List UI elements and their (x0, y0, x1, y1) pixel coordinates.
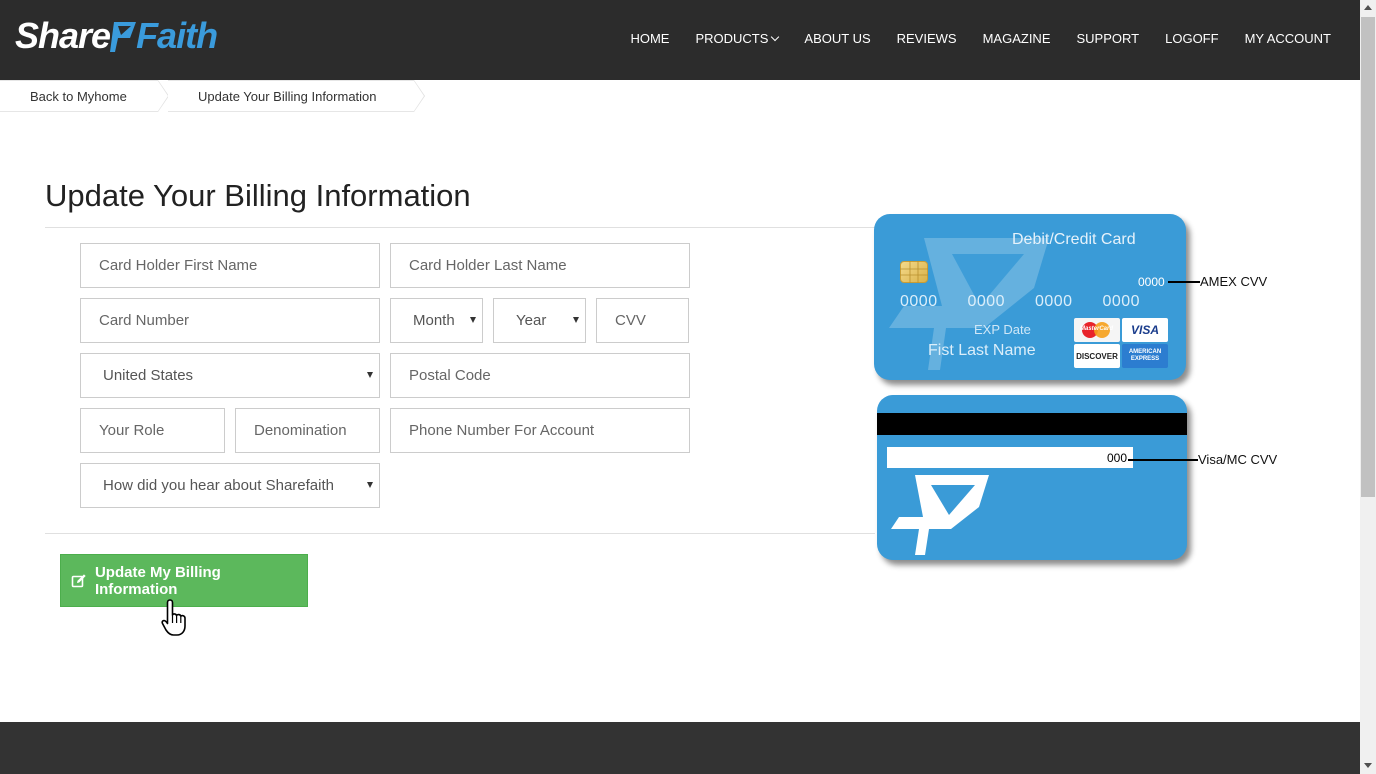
last-name-input[interactable] (409, 257, 689, 274)
page: Share Faith HOME PRODUCTS ABOUT US REVIE… (0, 0, 1376, 774)
edit-icon (71, 573, 86, 587)
update-billing-button-label: Update My Billing Information (94, 563, 221, 598)
nav-magazine[interactable]: MAGAZINE (983, 31, 1051, 46)
card-type-label: Debit/Credit Card (1012, 231, 1136, 248)
divider (45, 227, 875, 228)
logo-flag-icon (110, 22, 137, 52)
nav-home-label: HOME (630, 31, 670, 46)
nav-home[interactable]: HOME (630, 31, 669, 46)
first-name-input[interactable] (99, 257, 379, 274)
last-name-field[interactable] (390, 243, 690, 288)
breadcrumb-arrow-inner (158, 81, 168, 111)
site-header: Share Faith HOME PRODUCTS ABOUT US REVIE… (0, 0, 1360, 80)
mastercard-logo: MasterCard (1074, 318, 1120, 342)
chevron-down-icon (771, 32, 780, 42)
amex-logo: AMERICAN EXPRESS (1122, 344, 1168, 368)
visa-logo-text: VISA (1130, 323, 1159, 337)
card-number-input[interactable] (99, 312, 379, 329)
card-front-illustration: Debit/Credit Card 0000 0000 0000 0000 00… (874, 214, 1186, 380)
sharefaith-logo[interactable]: Share Faith (15, 14, 218, 58)
amex-logo-text: AMERICAN EXPRESS (1128, 349, 1162, 362)
visa-logo: VISA (1122, 318, 1168, 342)
nav-reviews-label: REVIEWS (896, 31, 957, 46)
nav-about-us-label: ABOUT US (804, 31, 871, 46)
card-number-field[interactable] (80, 298, 380, 343)
divider (45, 533, 875, 534)
amex-cvv-label: AMEX CVV (1200, 274, 1268, 289)
visa-cvv-label: Visa/MC CVV (1198, 452, 1278, 467)
nav-my-account-label: MY ACCOUNT (1244, 31, 1331, 46)
page-title: Update Your Billing Information (45, 178, 471, 213)
caret-down-icon (367, 372, 373, 378)
sharefaith-flag-icon (891, 475, 989, 555)
scroll-down-icon[interactable] (1364, 763, 1372, 768)
month-select-value: Month (413, 312, 455, 329)
nav-logoff[interactable]: LOGOFF (1165, 31, 1218, 46)
breadcrumb-current[interactable]: Update Your Billing Information (168, 80, 425, 112)
magnetic-stripe (877, 413, 1187, 435)
cvv-input[interactable] (615, 312, 688, 329)
nav-logoff-label: LOGOFF (1165, 31, 1219, 46)
site-footer (0, 722, 1360, 774)
scrollbar-thumb[interactable] (1361, 17, 1375, 497)
signature-strip: 000 (887, 447, 1133, 468)
hear-about-select[interactable]: How did you hear about Sharefaith (80, 463, 380, 508)
hand-cursor-icon (161, 599, 186, 636)
first-name-field[interactable] (80, 243, 380, 288)
card-name-sample: Fist Last Name (928, 342, 1036, 359)
caret-down-icon (470, 317, 476, 323)
nav-products[interactable]: PRODUCTS (695, 31, 780, 46)
phone-field[interactable] (390, 408, 690, 453)
nav-about-us[interactable]: ABOUT US (804, 31, 870, 46)
role-input[interactable] (99, 422, 224, 439)
nav-products-label: PRODUCTS (695, 31, 769, 46)
visa-cvv-pointer (1128, 459, 1198, 461)
breadcrumb-current-label: Update Your Billing Information (198, 88, 377, 104)
country-select[interactable]: United States (80, 353, 380, 398)
role-field[interactable] (80, 408, 225, 453)
scroll-up-icon[interactable] (1364, 5, 1372, 10)
denomination-input[interactable] (254, 422, 379, 439)
year-select[interactable]: Year (493, 298, 586, 343)
logo-faith-text: Faith (136, 15, 218, 56)
breadcrumb-arrow-inner (414, 81, 424, 111)
breadcrumb-back-label: Back to Myhome (30, 88, 127, 104)
discover-logo-text: DISCOVER (1076, 351, 1118, 361)
month-select[interactable]: Month (390, 298, 483, 343)
card-amex-cvv-value: 0000 (1138, 275, 1165, 289)
mastercard-logo-text: MasterCard (1080, 326, 1114, 332)
chip-lines (900, 261, 928, 283)
logo-share-text: Share (15, 15, 111, 56)
denomination-field[interactable] (235, 408, 380, 453)
phone-input[interactable] (409, 422, 689, 439)
card-exp-label: EXP Date (974, 322, 1031, 337)
nav-magazine-label: MAGAZINE (982, 31, 1051, 46)
cvv-field[interactable] (596, 298, 689, 343)
hear-about-select-value: How did you hear about Sharefaith (103, 477, 334, 494)
nav-my-account[interactable]: MY ACCOUNT (1245, 31, 1331, 46)
breadcrumb: Back to Myhome Update Your Billing Infor… (0, 80, 425, 112)
card-back-illustration: 000 (877, 395, 1187, 560)
card-number-sample: 0000 0000 0000 0000 (900, 293, 1141, 310)
nav-support-label: SUPPORT (1076, 31, 1140, 46)
nav-support[interactable]: SUPPORT (1077, 31, 1140, 46)
breadcrumb-back-to-myhome[interactable]: Back to Myhome (0, 80, 169, 112)
caret-down-icon (573, 317, 579, 323)
postal-code-field[interactable] (390, 353, 690, 398)
nav-reviews[interactable]: REVIEWS (897, 31, 957, 46)
card-visa-cvv-value: 000 (1106, 451, 1127, 465)
amex-cvv-pointer (1168, 281, 1200, 283)
postal-code-input[interactable] (409, 367, 689, 384)
year-select-value: Year (516, 312, 547, 329)
discover-logo: DISCOVER (1074, 344, 1120, 368)
caret-down-icon (367, 482, 373, 488)
main-nav: HOME PRODUCTS ABOUT US REVIEWS MAGAZINE … (604, 31, 1331, 46)
country-select-value: United States (103, 367, 194, 384)
